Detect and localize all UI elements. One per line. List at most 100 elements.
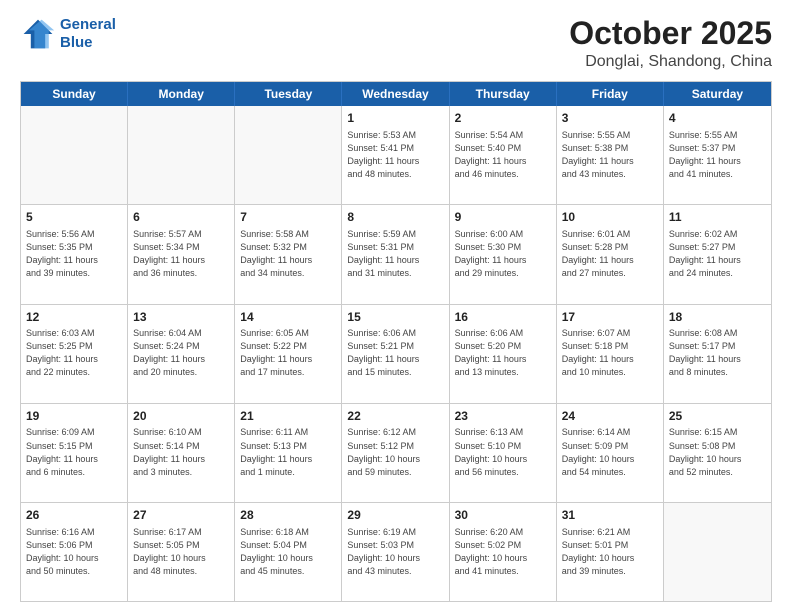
calendar-row-5: 26 Sunrise: 6:16 AM Sunset: 5:06 PM Dayli…: [21, 502, 771, 601]
cell-info: Sunrise: 6:09 AM Sunset: 5:15 PM Dayligh…: [26, 426, 122, 478]
calendar-header: SundayMondayTuesdayWednesdayThursdayFrid…: [21, 82, 771, 106]
cell-info: Sunrise: 6:00 AM Sunset: 5:30 PM Dayligh…: [455, 228, 551, 280]
calendar-cell-2: 2 Sunrise: 5:54 AM Sunset: 5:40 PM Daylig…: [450, 106, 557, 204]
cell-info: Sunrise: 6:01 AM Sunset: 5:28 PM Dayligh…: [562, 228, 658, 280]
calendar-cell-12: 12Sunrise: 6:03 AM Sunset: 5:25 PM Dayli…: [21, 305, 128, 403]
cell-info: Sunrise: 5:53 AM Sunset: 5:41 PM Dayligh…: [347, 129, 443, 181]
calendar-cell-18: 18Sunrise: 6:08 AM Sunset: 5:17 PM Dayli…: [664, 305, 771, 403]
calendar-cell-14: 14Sunrise: 6:05 AM Sunset: 5:22 PM Dayli…: [235, 305, 342, 403]
logo-icon: [20, 16, 56, 52]
weekday-header-monday: Monday: [128, 82, 235, 106]
calendar-cell-26: 26 Sunrise: 6:16 AM Sunset: 5:06 PM Dayli…: [21, 503, 128, 601]
cell-info: Sunrise: 6:11 AM Sunset: 5:13 PM Dayligh…: [240, 426, 336, 478]
day-number: 14: [240, 309, 336, 326]
weekday-header-tuesday: Tuesday: [235, 82, 342, 106]
day-number: 13: [133, 309, 229, 326]
cell-info: Sunrise: 6:07 AM Sunset: 5:18 PM Dayligh…: [562, 327, 658, 379]
day-number: 18: [669, 309, 766, 326]
weekday-header-wednesday: Wednesday: [342, 82, 449, 106]
cell-info: Sunrise: 6:02 AM Sunset: 5:27 PM Dayligh…: [669, 228, 766, 280]
calendar-row-1: 1 Sunrise: 5:53 AM Sunset: 5:41 PM Daylig…: [21, 106, 771, 204]
calendar-body: 1 Sunrise: 5:53 AM Sunset: 5:41 PM Daylig…: [21, 106, 771, 601]
cell-info: Sunrise: 6:06 AM Sunset: 5:21 PM Dayligh…: [347, 327, 443, 379]
day-number: 28: [240, 507, 336, 524]
calendar-cell-29: 29 Sunrise: 6:19 AM Sunset: 5:03 PM Dayli…: [342, 503, 449, 601]
calendar-cell-13: 13Sunrise: 6:04 AM Sunset: 5:24 PM Dayli…: [128, 305, 235, 403]
day-number: 20: [133, 408, 229, 425]
cell-info: Sunrise: 6:19 AM Sunset: 5:03 PM Dayligh…: [347, 526, 443, 578]
cell-info: Sunrise: 6:10 AM Sunset: 5:14 PM Dayligh…: [133, 426, 229, 478]
month-title: October 2025: [569, 16, 772, 51]
day-number: 21: [240, 408, 336, 425]
calendar-cell-30: 30Sunrise: 6:20 AM Sunset: 5:02 PM Dayli…: [450, 503, 557, 601]
calendar-cell-empty: [21, 106, 128, 204]
day-number: 2: [455, 110, 551, 127]
calendar-cell-9: 9Sunrise: 6:00 AM Sunset: 5:30 PM Daylig…: [450, 205, 557, 303]
day-number: 22: [347, 408, 443, 425]
day-number: 19: [26, 408, 122, 425]
calendar-cell-27: 27Sunrise: 6:17 AM Sunset: 5:05 PM Dayli…: [128, 503, 235, 601]
cell-info: Sunrise: 5:55 AM Sunset: 5:38 PM Dayligh…: [562, 129, 658, 181]
calendar-cell-19: 19Sunrise: 6:09 AM Sunset: 5:15 PM Dayli…: [21, 404, 128, 502]
cell-info: Sunrise: 6:17 AM Sunset: 5:05 PM Dayligh…: [133, 526, 229, 578]
calendar-cell-1: 1 Sunrise: 5:53 AM Sunset: 5:41 PM Daylig…: [342, 106, 449, 204]
cell-info: Sunrise: 6:12 AM Sunset: 5:12 PM Dayligh…: [347, 426, 443, 478]
calendar: SundayMondayTuesdayWednesdayThursdayFrid…: [20, 81, 772, 602]
calendar-row-4: 19Sunrise: 6:09 AM Sunset: 5:15 PM Dayli…: [21, 403, 771, 502]
calendar-cell-28: 28Sunrise: 6:18 AM Sunset: 5:04 PM Dayli…: [235, 503, 342, 601]
day-number: 1: [347, 110, 443, 127]
day-number: 24: [562, 408, 658, 425]
day-number: 29: [347, 507, 443, 524]
calendar-row-2: 5 Sunrise: 5:56 AM Sunset: 5:35 PM Daylig…: [21, 204, 771, 303]
calendar-cell-17: 17Sunrise: 6:07 AM Sunset: 5:18 PM Dayli…: [557, 305, 664, 403]
title-block: October 2025 Donglai, Shandong, China: [569, 16, 772, 71]
day-number: 26: [26, 507, 122, 524]
weekday-header-friday: Friday: [557, 82, 664, 106]
calendar-cell-7: 7Sunrise: 5:58 AM Sunset: 5:32 PM Daylig…: [235, 205, 342, 303]
cell-info: Sunrise: 5:54 AM Sunset: 5:40 PM Dayligh…: [455, 129, 551, 181]
cell-info: Sunrise: 5:55 AM Sunset: 5:37 PM Dayligh…: [669, 129, 766, 181]
cell-info: Sunrise: 6:06 AM Sunset: 5:20 PM Dayligh…: [455, 327, 551, 379]
cell-info: Sunrise: 6:21 AM Sunset: 5:01 PM Dayligh…: [562, 526, 658, 578]
calendar-cell-empty: [128, 106, 235, 204]
day-number: 15: [347, 309, 443, 326]
cell-info: Sunrise: 5:59 AM Sunset: 5:31 PM Dayligh…: [347, 228, 443, 280]
cell-info: Sunrise: 6:16 AM Sunset: 5:06 PM Dayligh…: [26, 526, 122, 578]
weekday-header-thursday: Thursday: [450, 82, 557, 106]
calendar-cell-4: 4 Sunrise: 5:55 AM Sunset: 5:37 PM Daylig…: [664, 106, 771, 204]
calendar-cell-8: 8 Sunrise: 5:59 AM Sunset: 5:31 PM Daylig…: [342, 205, 449, 303]
location: Donglai, Shandong, China: [569, 53, 772, 71]
cell-info: Sunrise: 5:56 AM Sunset: 5:35 PM Dayligh…: [26, 228, 122, 280]
weekday-header-saturday: Saturday: [664, 82, 771, 106]
day-number: 23: [455, 408, 551, 425]
logo-text: General Blue: [60, 16, 116, 52]
cell-info: Sunrise: 6:08 AM Sunset: 5:17 PM Dayligh…: [669, 327, 766, 379]
cell-info: Sunrise: 6:15 AM Sunset: 5:08 PM Dayligh…: [669, 426, 766, 478]
calendar-cell-empty: [664, 503, 771, 601]
day-number: 16: [455, 309, 551, 326]
day-number: 25: [669, 408, 766, 425]
calendar-cell-23: 23Sunrise: 6:13 AM Sunset: 5:10 PM Dayli…: [450, 404, 557, 502]
day-number: 12: [26, 309, 122, 326]
cell-info: Sunrise: 6:05 AM Sunset: 5:22 PM Dayligh…: [240, 327, 336, 379]
day-number: 4: [669, 110, 766, 127]
page: General Blue October 2025 Donglai, Shand…: [0, 0, 792, 612]
cell-info: Sunrise: 5:57 AM Sunset: 5:34 PM Dayligh…: [133, 228, 229, 280]
calendar-cell-15: 15Sunrise: 6:06 AM Sunset: 5:21 PM Dayli…: [342, 305, 449, 403]
header: General Blue October 2025 Donglai, Shand…: [20, 16, 772, 71]
logo: General Blue: [20, 16, 116, 52]
calendar-cell-11: 11 Sunrise: 6:02 AM Sunset: 5:27 PM Dayli…: [664, 205, 771, 303]
calendar-cell-empty: [235, 106, 342, 204]
cell-info: Sunrise: 6:04 AM Sunset: 5:24 PM Dayligh…: [133, 327, 229, 379]
weekday-header-sunday: Sunday: [21, 82, 128, 106]
calendar-cell-5: 5 Sunrise: 5:56 AM Sunset: 5:35 PM Daylig…: [21, 205, 128, 303]
calendar-cell-6: 6 Sunrise: 5:57 AM Sunset: 5:34 PM Daylig…: [128, 205, 235, 303]
day-number: 6: [133, 209, 229, 226]
day-number: 31: [562, 507, 658, 524]
calendar-cell-20: 20Sunrise: 6:10 AM Sunset: 5:14 PM Dayli…: [128, 404, 235, 502]
day-number: 11: [669, 209, 766, 226]
day-number: 8: [347, 209, 443, 226]
calendar-cell-22: 22Sunrise: 6:12 AM Sunset: 5:12 PM Dayli…: [342, 404, 449, 502]
calendar-cell-24: 24Sunrise: 6:14 AM Sunset: 5:09 PM Dayli…: [557, 404, 664, 502]
day-number: 5: [26, 209, 122, 226]
